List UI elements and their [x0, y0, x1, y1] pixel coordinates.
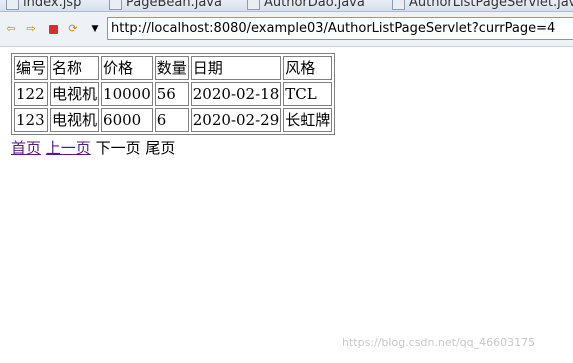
- back-arrow-icon[interactable]: ⇦: [5, 23, 17, 35]
- table-cell: 56: [154, 82, 189, 106]
- editor-tab-authorlistpageservlet[interactable]: AuthorListPageServlet.java: [392, 0, 573, 11]
- file-icon: [392, 0, 405, 10]
- editor-tab-index-jsp[interactable]: index.jsp: [6, 0, 81, 11]
- table-cell: 长虹牌: [283, 108, 333, 132]
- first-page-link[interactable]: 首页: [11, 139, 41, 157]
- editor-tab-label: PageBean.java: [126, 0, 222, 10]
- editor-tab-label: AuthorDao.java: [264, 0, 365, 10]
- dropdown-triangle-icon[interactable]: ▼: [89, 23, 101, 35]
- file-icon: [6, 0, 19, 10]
- table-cell: 电视机: [50, 82, 100, 106]
- stop-icon[interactable]: [47, 23, 59, 35]
- refresh-icon[interactable]: ⟳: [67, 23, 79, 35]
- table-cell: 123: [14, 108, 49, 132]
- author-table: 编号 名称 价格 数量 日期 风格 122 电视机 10000 56 2020-…: [11, 53, 336, 135]
- header-cell: 日期: [190, 56, 282, 80]
- watermark: https://blog.csdn.net/qq_46603175: [342, 336, 536, 349]
- address-bar[interactable]: http://localhost:8080/example03/AuthorLi…: [107, 17, 573, 40]
- table-cell: 6: [154, 108, 189, 132]
- file-icon: [247, 0, 260, 10]
- editor-tab-bar: index.jsp PageBean.java AuthorDao.java A…: [0, 0, 573, 12]
- table-row: 122 电视机 10000 56 2020-02-18 TCL: [14, 82, 333, 106]
- table-cell: 2020-02-18: [190, 82, 282, 106]
- pagination: 首页 上一页 下一页 尾页: [11, 138, 175, 158]
- table-cell: 6000: [101, 108, 153, 132]
- table-cell: 电视机: [50, 108, 100, 132]
- header-cell: 价格: [101, 56, 153, 80]
- editor-tab-pagebean[interactable]: PageBean.java: [109, 0, 222, 11]
- forward-arrow-icon[interactable]: ⇨: [25, 23, 37, 35]
- header-cell: 风格: [283, 56, 333, 80]
- table-cell: 10000: [101, 82, 153, 106]
- table-header-row: 编号 名称 价格 数量 日期 风格: [14, 56, 333, 80]
- next-page-text: 下一页: [95, 139, 141, 157]
- editor-tab-label: index.jsp: [23, 0, 82, 10]
- header-cell: 编号: [14, 56, 49, 80]
- browser-toolbar: ⇦ ⇨ ⟳ ▼ http://localhost:8080/example03/…: [0, 12, 573, 47]
- editor-tab-authordao[interactable]: AuthorDao.java: [247, 0, 365, 11]
- table-row: 123 电视机 6000 6 2020-02-29 长虹牌: [14, 108, 333, 132]
- file-icon: [109, 0, 122, 10]
- header-cell: 名称: [50, 56, 100, 80]
- prev-page-link[interactable]: 上一页: [46, 139, 91, 157]
- editor-tab-label: AuthorListPageServlet.java: [409, 0, 573, 10]
- table-cell: TCL: [283, 82, 333, 106]
- last-page-text: 尾页: [145, 139, 176, 157]
- header-cell: 数量: [154, 56, 189, 80]
- table-cell: 122: [14, 82, 49, 106]
- table-cell: 2020-02-29: [190, 108, 282, 132]
